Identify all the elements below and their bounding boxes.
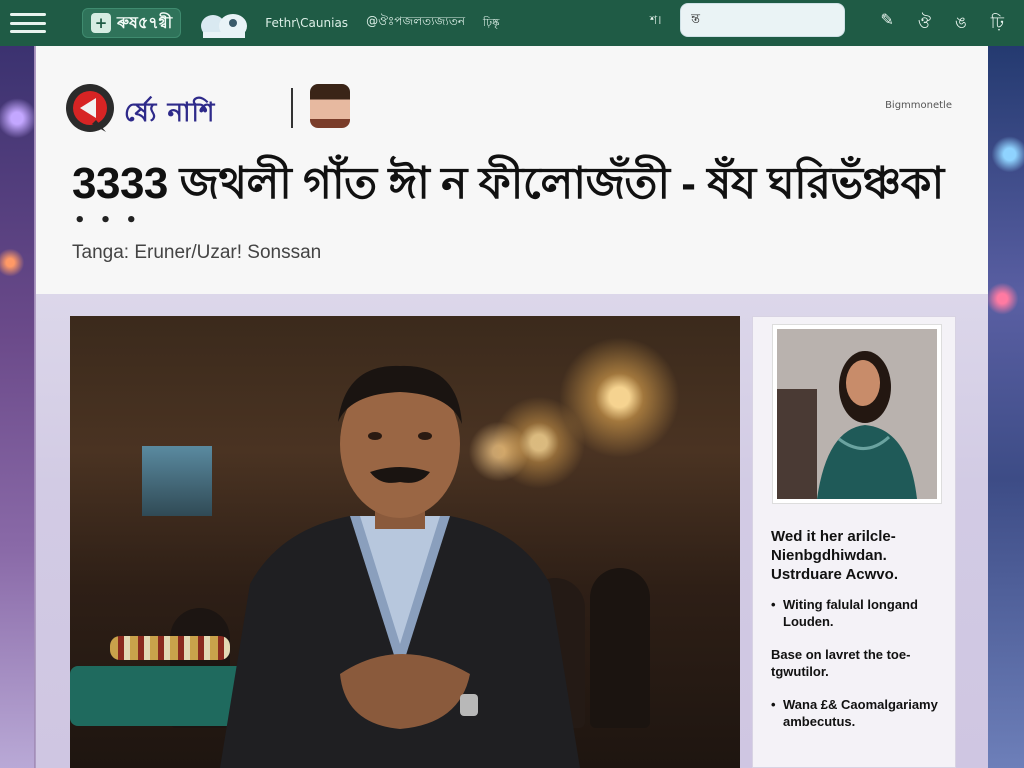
background-left [0, 46, 34, 768]
page-title: 3333 জথলী গাঁত ঈা ন ফীলোজঁতী - ষঁয ঘরিভঁ… [72, 159, 944, 208]
side-lead: Wed it her arilcle- Nienbgdhiwdan. Ustrd… [771, 528, 898, 583]
side-photo-image [777, 329, 937, 499]
background-right [988, 46, 1024, 768]
man-portrait [220, 365, 580, 768]
list-item[interactable]: Witing falulal longand Louden. [771, 596, 951, 630]
user-icon[interactable]: ঔ [918, 10, 931, 37]
avatar[interactable] [310, 84, 350, 128]
article-header: ৰ্ষ্যে নাশি Bigmmonetle 3333 জথলী গাঁত ঈ… [36, 46, 988, 294]
plus-icon: + [91, 13, 111, 33]
side-panel: Wed it her arilcle- Nienbgdhiwdan. Ustrd… [752, 316, 956, 768]
toolbar-icons: ✎ ঔ ঙ ঢ়ি [880, 10, 1004, 37]
cloud-icon[interactable] [195, 6, 251, 40]
nav-link[interactable]: Fethr\Caunias [265, 16, 348, 30]
brand-label: ৰুষ৫৭গ্বী [117, 12, 173, 32]
nav-links: Fethr\Caunias @ঔঃপজলত্যজ্যতন ঢ়িষ্কৃ [265, 13, 499, 33]
menu-icon-line [10, 30, 46, 33]
edit-icon[interactable]: ✎ [880, 10, 893, 37]
photo-window [142, 446, 212, 516]
site-name[interactable]: ৰ্ষ্যে নাশি [124, 92, 215, 136]
main-photo[interactable] [70, 316, 740, 768]
list-item[interactable]: Wana £& Caomalgariamy ambecutus. [771, 696, 951, 730]
divider [291, 88, 293, 128]
list-item[interactable]: Base on lavret the toe- tgwutilor. [771, 646, 951, 680]
crowd-figure [590, 568, 650, 728]
translate-icon[interactable]: ঙ [955, 10, 967, 37]
byline: Tanga: Eruner/Uzar! Sonssan [72, 242, 322, 263]
search-input[interactable] [691, 12, 861, 28]
side-list: Witing falulal longand Louden. Base on l… [771, 596, 951, 730]
logo-icon[interactable] [62, 80, 118, 136]
side-article: Wed it her arilcle- Nienbgdhiwdan. Ustrd… [771, 527, 951, 746]
nav-link[interactable]: ঢ়িষ্কৃ [483, 14, 500, 33]
menu-icon-line [10, 13, 46, 16]
top-bar: + ৰুষ৫৭গ্বী Fethr\Caunias @ঔঃপজলত্যজ্যতন… [0, 0, 1024, 46]
tagline: Bigmmonetle [885, 100, 952, 111]
brand-button[interactable]: + ৰুষ৫৭গ্বী [82, 8, 182, 38]
dots: • • • [74, 210, 142, 231]
menu-button[interactable] [10, 9, 46, 37]
nav-link[interactable]: @ঔঃপজলত্যজ্যতন [366, 13, 465, 33]
settings-icon[interactable]: ঢ়ি [991, 10, 1004, 37]
menu-icon-line [10, 21, 46, 25]
article-content: Wed it her arilcle- Nienbgdhiwdan. Ustrd… [36, 294, 988, 768]
woman-portrait [777, 329, 937, 499]
page-label: শ। [650, 13, 662, 27]
side-photo[interactable] [773, 325, 941, 503]
search-box[interactable] [680, 3, 861, 37]
